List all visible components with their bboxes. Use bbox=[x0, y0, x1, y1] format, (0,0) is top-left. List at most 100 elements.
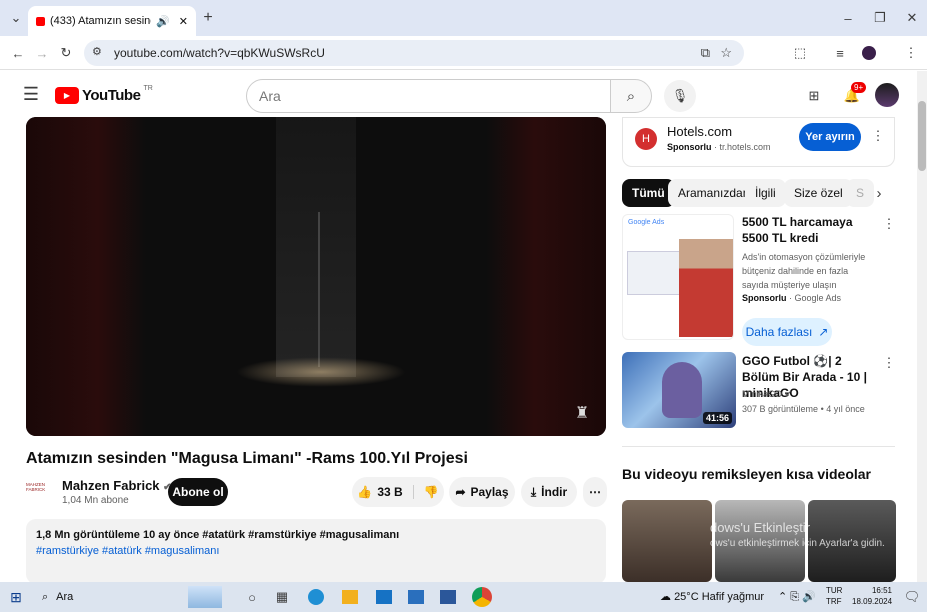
chip-all[interactable]: Tümü bbox=[622, 179, 675, 207]
close-window-icon[interactable]: ✕ bbox=[904, 10, 920, 26]
rec-ad-menu-icon[interactable]: ⋮ bbox=[883, 216, 896, 232]
share-icon: ➦ bbox=[455, 485, 466, 499]
system-tray-icons[interactable]: ⌃ ⎘ 🔊 bbox=[778, 590, 816, 604]
task-view-icon[interactable]: ○ bbox=[244, 589, 260, 605]
video-overlay-icon[interactable]: ♜ bbox=[572, 400, 592, 426]
subscriber-count: 1,04 Mn abone bbox=[62, 495, 129, 506]
ad-domain: tr.hotels.com bbox=[719, 142, 771, 152]
url-field[interactable]: ⚙ youtube.com/watch?v=qbKWuSWsRcU ⧉ ☆ bbox=[84, 40, 744, 66]
rec-ad-more-button[interactable]: Daha fazlası ↗ bbox=[742, 318, 832, 346]
search-highlight-image bbox=[188, 586, 222, 608]
cast-icon[interactable]: ⧉ bbox=[701, 45, 710, 61]
weather-cloud-icon: ☁ bbox=[660, 591, 671, 603]
rec-ad-title[interactable]: 5500 TL harcamaya 5500 TL kredi bbox=[742, 214, 874, 246]
search-input[interactable]: Ara bbox=[246, 79, 611, 113]
clock-time: 16:51 bbox=[871, 586, 892, 595]
description-box[interactable]: 1,8 Mn görüntüleme 10 ay önce #atatürk #… bbox=[26, 519, 606, 584]
short-thumbnail-1[interactable] bbox=[622, 500, 712, 582]
share-button[interactable]: ➦ Paylaş bbox=[449, 477, 515, 507]
thumb-character-graphic bbox=[662, 362, 702, 418]
tab-list-chevron-icon[interactable]: ⌄ bbox=[8, 10, 24, 26]
restore-icon[interactable]: ❐ bbox=[872, 10, 888, 26]
profile-avatar[interactable] bbox=[862, 46, 876, 60]
search-icon: ⌕ bbox=[42, 590, 49, 603]
rec-ad-source: Google Ads bbox=[794, 293, 842, 303]
right-curtain bbox=[486, 117, 606, 436]
download-button[interactable]: ⤓ İndir bbox=[521, 477, 577, 507]
back-icon[interactable]: ← bbox=[10, 45, 26, 61]
weather-widget[interactable]: ☁ 25°C Hafif yağmur bbox=[660, 590, 764, 603]
widgets-icon[interactable]: ▦ bbox=[274, 589, 290, 605]
chip-for-you[interactable]: Size özel bbox=[784, 179, 853, 207]
url-text: youtube.com/watch?v=qbKWuSWsRcU bbox=[114, 46, 325, 60]
forward-icon[interactable]: → bbox=[34, 45, 50, 61]
youtube-favicon-icon bbox=[36, 16, 45, 26]
site-info-icon[interactable]: ⚙ bbox=[92, 45, 102, 58]
channel-name[interactable]: Mahzen Fabrick ✔ bbox=[62, 478, 172, 493]
search-button[interactable]: ⌕ bbox=[610, 79, 652, 113]
taskbar-search-label: Ara bbox=[56, 591, 74, 603]
shorts-heading: Bu videoyu remiksleyen kısa videolar bbox=[622, 466, 872, 482]
rec-video-channel[interactable]: MinikaGO ✔ bbox=[742, 389, 792, 400]
browser-tab[interactable]: (433) Atamızın sesinden "M 🔊 ✕ bbox=[28, 6, 196, 36]
audio-icon[interactable]: 🔊 bbox=[156, 15, 170, 28]
rec-video-thumbnail[interactable]: 41:56 bbox=[622, 352, 736, 428]
chip-partial[interactable]: S bbox=[846, 179, 875, 207]
sponsored-ad-card[interactable]: H Hotels.com Sponsorlu · tr.hotels.com Y… bbox=[622, 117, 895, 167]
video-duration: 41:56 bbox=[702, 412, 732, 424]
youtube-logo[interactable]: ▶ YouTube TR bbox=[55, 85, 153, 105]
lang-line2: TRF bbox=[826, 597, 842, 606]
share-label: Paylaş bbox=[470, 485, 509, 499]
rec-video-menu-icon[interactable]: ⋮ bbox=[883, 355, 896, 371]
clock[interactable]: 16:51 18.09.2024 bbox=[852, 585, 892, 607]
hamburger-menu-icon[interactable]: ☰ bbox=[22, 84, 40, 104]
windows-start-icon[interactable]: ⊞ bbox=[8, 589, 24, 605]
voice-search-icon[interactable]: 🎙 bbox=[664, 80, 696, 112]
new-tab-icon[interactable]: + bbox=[200, 9, 216, 26]
channel-logo[interactable]: MAHZEN FABRICK bbox=[26, 482, 54, 496]
ad-cta-button[interactable]: Yer ayırın bbox=[799, 123, 861, 151]
account-avatar[interactable] bbox=[875, 83, 899, 107]
logo-text: YouTube bbox=[82, 86, 141, 104]
page-scrollbar[interactable] bbox=[917, 71, 927, 582]
chrome-menu-icon[interactable]: ⋮ bbox=[905, 45, 918, 61]
ad-sponsor-line: Sponsorlu · tr.hotels.com bbox=[667, 142, 771, 152]
bookmark-star-icon[interactable]: ☆ bbox=[720, 45, 732, 61]
dislike-button[interactable]: 👎 bbox=[414, 485, 439, 499]
language-indicator[interactable]: TUR TRF bbox=[826, 585, 842, 607]
like-button[interactable]: 👍 33 B bbox=[357, 485, 414, 499]
word-icon[interactable] bbox=[440, 590, 456, 604]
rec-channel-text: MinikaGO bbox=[742, 389, 783, 399]
notification-center-icon[interactable]: 🗨 bbox=[904, 589, 921, 605]
description-tags[interactable]: #ramstürkiye #atatürk #magusalimanı bbox=[36, 545, 596, 557]
weather-text: 25°C Hafif yağmur bbox=[674, 591, 765, 603]
extensions-icon[interactable]: ⬚ bbox=[792, 45, 808, 61]
chips-next-chevron-icon[interactable]: › bbox=[872, 184, 886, 202]
chip-related[interactable]: İlgili bbox=[745, 179, 786, 207]
rec-ad-thumbnail[interactable]: Google Ads bbox=[622, 214, 734, 340]
taskbar-search[interactable]: ⌕ Ara bbox=[36, 585, 196, 609]
ad-more-icon[interactable]: ⋮ bbox=[872, 128, 885, 144]
store-icon[interactable] bbox=[408, 590, 424, 604]
mail-icon[interactable] bbox=[376, 590, 392, 604]
hotels-logo-icon: H bbox=[635, 128, 657, 150]
more-horizontal-icon: ⋯ bbox=[589, 485, 601, 499]
create-icon[interactable]: ⊞ bbox=[804, 86, 824, 106]
tab-close-icon[interactable]: ✕ bbox=[179, 15, 188, 28]
verified-icon: ✔ bbox=[784, 389, 793, 399]
edge-icon[interactable] bbox=[308, 589, 324, 605]
file-explorer-icon[interactable] bbox=[342, 590, 358, 604]
video-player[interactable]: ♜ bbox=[26, 117, 606, 436]
thumbs-up-icon: 👍 bbox=[357, 485, 373, 499]
spotlight-floor bbox=[236, 357, 406, 387]
activate-windows-title: dows'u Etkinleştir bbox=[710, 520, 811, 535]
more-actions-button[interactable]: ⋯ bbox=[583, 477, 607, 507]
reading-list-icon[interactable]: ≡ bbox=[832, 45, 848, 61]
subscribe-button[interactable]: Abone ol bbox=[168, 478, 228, 506]
minimize-icon[interactable]: – bbox=[840, 10, 856, 26]
clock-date: 18.09.2024 bbox=[852, 597, 893, 606]
chrome-taskbar-icon[interactable] bbox=[472, 587, 492, 607]
scrollbar-thumb[interactable] bbox=[918, 101, 926, 171]
ad-sponsor: Sponsorlu bbox=[667, 142, 712, 152]
reload-icon[interactable]: ↻ bbox=[58, 45, 74, 61]
